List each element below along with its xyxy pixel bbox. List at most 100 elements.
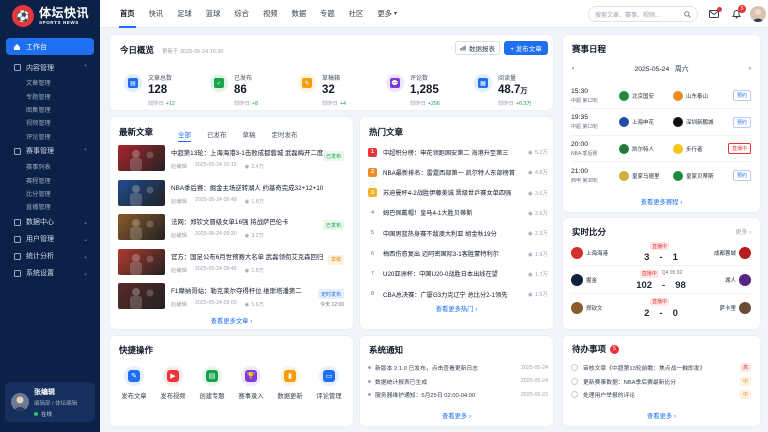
stat-label: 评论数 (410, 76, 429, 82)
sidebar-group-3[interactable]: 用户管理 ⌄ (6, 231, 94, 248)
quick-action-button[interactable]: ▶ 发布视频 (153, 366, 193, 400)
logo[interactable]: ⚽ 体坛快讯 SPORTS NEWS (0, 0, 100, 32)
hot-heat-value: 1.5万 (534, 292, 548, 299)
hot-article-row[interactable]: 5 中国男篮热身赛不敌澳大利亚 胡金秋19分 ◉ 2.3万 (368, 223, 548, 243)
top-nav-label: 更多 (377, 8, 392, 18)
hot-article-row[interactable]: 6 梅西伤愈复出 迈阿密国际3-1客胜蒙特利尔 ◉ 1.9万 (368, 244, 548, 264)
sidebar-subitem[interactable]: 评论管理 (6, 130, 94, 143)
top-nav-item[interactable]: 足球 (170, 0, 199, 28)
bell-icon[interactable]: 5 (730, 5, 746, 20)
quick-action-button[interactable]: 🏆 赛事录入 (231, 366, 271, 400)
article-row[interactable]: 中超第13轮：上海海港3-1击败成都蓉城 武磊梅开二度 赵编辑 2025-05-24… (118, 145, 348, 173)
sidebar-subitem[interactable]: 专题管理 (6, 89, 94, 102)
article-row[interactable]: F1摩纳哥站：勒克莱尔夺得杆位 维斯塔潘第二 赵编辑 2025-05-24 09:0… (118, 283, 348, 311)
top-nav-item[interactable]: 专题 (313, 0, 342, 28)
notice-row[interactable]: 数据统计报表已生成 2025-05-24 (368, 375, 548, 388)
more-todos-link[interactable]: 查看更多 › (563, 411, 760, 420)
more-articles-link[interactable]: 查看更多文章 › (110, 316, 353, 325)
hot-article-title: 中超积分榜：申花领跑国安第二 海港升至第三 (383, 149, 509, 157)
schedule-row[interactable]: 20:00 NBA 季后赛 凯尔特人 步行者 直播中 (571, 136, 751, 162)
schedule-row[interactable]: 21:00 西甲 第38轮 皇家马德里 皇家贝蒂斯 预约 (571, 163, 751, 189)
todos-badge: 5 (610, 344, 620, 354)
top-nav-item[interactable]: 快讯 (142, 0, 171, 28)
sidebar-group-5[interactable]: 系统设置 ⌄ (6, 265, 94, 282)
top-nav-item[interactable]: 更多 ▾ (370, 0, 404, 28)
todo-row[interactable]: 更新赛事数据：NBA季后赛最新比分 中 (571, 375, 751, 388)
live-score-row[interactable]: 郑钦文 直播中 2-0 萨卡里 (571, 295, 751, 321)
live-score-row[interactable]: 上海海港 直播中 3-1 成都蓉城 (571, 240, 751, 266)
latest-tab[interactable]: 定时发布 (264, 129, 306, 142)
latest-tab[interactable]: 草稿 (235, 129, 264, 142)
top-avatar[interactable] (750, 6, 766, 22)
next-day-icon[interactable]: › (749, 65, 751, 72)
score-separator: - (659, 252, 663, 263)
hot-heat-value: 2.9万 (534, 210, 548, 217)
more-hot-link[interactable]: 查看更多热门 › (360, 304, 553, 313)
quick-action-button[interactable]: ▤ 创建专题 (192, 366, 232, 400)
publish-article-button[interactable]: + 发布文章 (504, 41, 548, 55)
schedule-row[interactable]: 19:35 中超 第13轮 上海申花 深圳新鹏城 预约 (571, 110, 751, 136)
mail-icon[interactable] (708, 7, 722, 20)
overview-updated: 更新于 2025-05-24 10:30 (162, 49, 224, 55)
latest-tab[interactable]: 全部 (170, 129, 199, 142)
match-status-button[interactable]: 预约 (732, 116, 751, 128)
top-nav-item[interactable]: 篮球 (199, 0, 228, 28)
sidebar-subitem[interactable]: 直播管理 (6, 200, 94, 213)
sidebar-subitem[interactable]: 视频管理 (6, 116, 94, 129)
sidebar-subitem[interactable]: 图集管理 (6, 103, 94, 116)
prev-day-icon[interactable]: ‹ (572, 65, 574, 72)
todo-row[interactable]: 处理用户举报的评论 中 (571, 388, 751, 401)
sidebar-subitem[interactable]: 比分管理 (6, 187, 94, 200)
top-nav-item[interactable]: 首页 (113, 0, 142, 28)
live-more-link[interactable]: 更多 › (735, 227, 751, 236)
hot-article-row[interactable]: 3 苏迪曼杯4-2战胜伊藤美诚 晋级世乒赛女单四强 ◉ 3.6万 (368, 183, 548, 203)
sidebar-item-dashboard[interactable]: 工作台 (6, 38, 94, 55)
report-button[interactable]: 数据报表 (455, 41, 500, 55)
user-card[interactable]: 张编辑 编辑部 / 体坛编辑 在线 (5, 382, 95, 422)
sidebar-group-2[interactable]: 数据中心 ⌄ (6, 214, 94, 231)
bullet-icon (368, 379, 371, 383)
sidebar-group-4[interactable]: 统计分析 ⌄ (6, 248, 94, 265)
latest-tab[interactable]: 已发布 (199, 129, 235, 142)
more-notices-link[interactable]: 查看更多 › (360, 411, 553, 420)
search-input[interactable]: 搜索文章、赛事、视频... (588, 6, 698, 22)
more-schedule-link[interactable]: 查看更多赛程 › (563, 197, 760, 206)
sidebar-group-0[interactable]: 内容管理 ⌃ (6, 59, 94, 76)
schedule-row[interactable]: 15:30 中超 第13轮 北京国安 山东泰山 预约 (571, 83, 751, 109)
article-row[interactable]: NBA季后赛：掘金主场逆转湖人 约基奇完成32+12+10 赵编辑 2025-05-… (118, 179, 348, 208)
live-score-row[interactable]: 掘金 直播中 Q4 05:32 102-98 湖人 (571, 268, 751, 294)
schedule-date-wrap: 2025-05-24 周六 (634, 63, 688, 73)
quick-action-button[interactable]: ▮ 数据更新 (270, 366, 310, 400)
match-status-button[interactable]: 直播中 (727, 143, 751, 154)
eye-icon: ◉ (528, 292, 533, 299)
match-status-button[interactable]: 预约 (732, 90, 751, 101)
quick-action-button[interactable]: ▭ 评论管理 (309, 366, 349, 400)
hot-article-row[interactable]: 2 NBA最新排名：雷霆西部第一 凯尔特人东部榜首 ◉ 4.8万 (368, 162, 548, 182)
top-nav-item[interactable]: 数据 (285, 0, 314, 28)
quick-action-label: 数据更新 (277, 393, 303, 400)
match-status-button[interactable]: 预约 (732, 170, 751, 181)
todo-checkbox[interactable] (571, 364, 578, 371)
sidebar-subitem[interactable]: 文章管理 (6, 76, 94, 89)
todo-checkbox[interactable] (571, 377, 578, 385)
notice-row[interactable]: 服务器维护通知：5月25日 02:00-04:00 2025-05-23 (368, 388, 548, 401)
todo-row[interactable]: 审核文章《中超第13轮前瞻：焦点战一触即发》 高 (571, 361, 751, 374)
sidebar-group-1[interactable]: 赛事管理 ⌃ (6, 143, 94, 160)
hot-article-row[interactable]: 7 U20亚洲杯：中国U20-0战胜日本出线在望 ◉ 1.7万 (368, 264, 548, 284)
top-nav-item[interactable]: 视频 (256, 0, 285, 28)
quick-action-icon: 🏆 (241, 366, 261, 386)
hot-article-row[interactable]: 1 中超积分榜：申花领跑国安第二 海港升至第三 ◉ 5.2万 (368, 142, 548, 162)
article-schedule-time: 今天 12:00 (320, 302, 344, 308)
sidebar-subitem[interactable]: 赛程管理 (6, 173, 94, 186)
hot-article-row[interactable]: 8 CBA总决赛：广厦G3力克辽宁 总比分2-1领先 ◉ 1.5万 (368, 284, 548, 304)
sidebar-subitem[interactable]: 赛事列表 (6, 160, 94, 173)
todo-checkbox[interactable] (571, 391, 578, 398)
hot-article-row[interactable]: 4 姆巴佩戴帽！皇马4-1大胜贝蒂斯 ◉ 2.9万 (368, 203, 548, 223)
article-row[interactable]: 官方：国足公布6月世预赛大名单 武磊领衔艾克森回归 赵编辑 2025-05-24 0… (118, 248, 348, 277)
team-logo-icon (739, 274, 751, 286)
top-nav-item[interactable]: 社区 (342, 0, 371, 28)
quick-action-button[interactable]: ✎ 发布文章 (114, 366, 154, 400)
top-nav-item[interactable]: 综合 (227, 0, 256, 28)
notice-row[interactable]: 新版本 2.1.0 已发布，点击查看更新日志 2025-05-24 (368, 361, 548, 374)
article-row[interactable]: 法网：郑钦文晋级女单16强 将战萨巴伦卡 赵编辑 2025-05-24 09:30 ◉… (118, 214, 348, 242)
